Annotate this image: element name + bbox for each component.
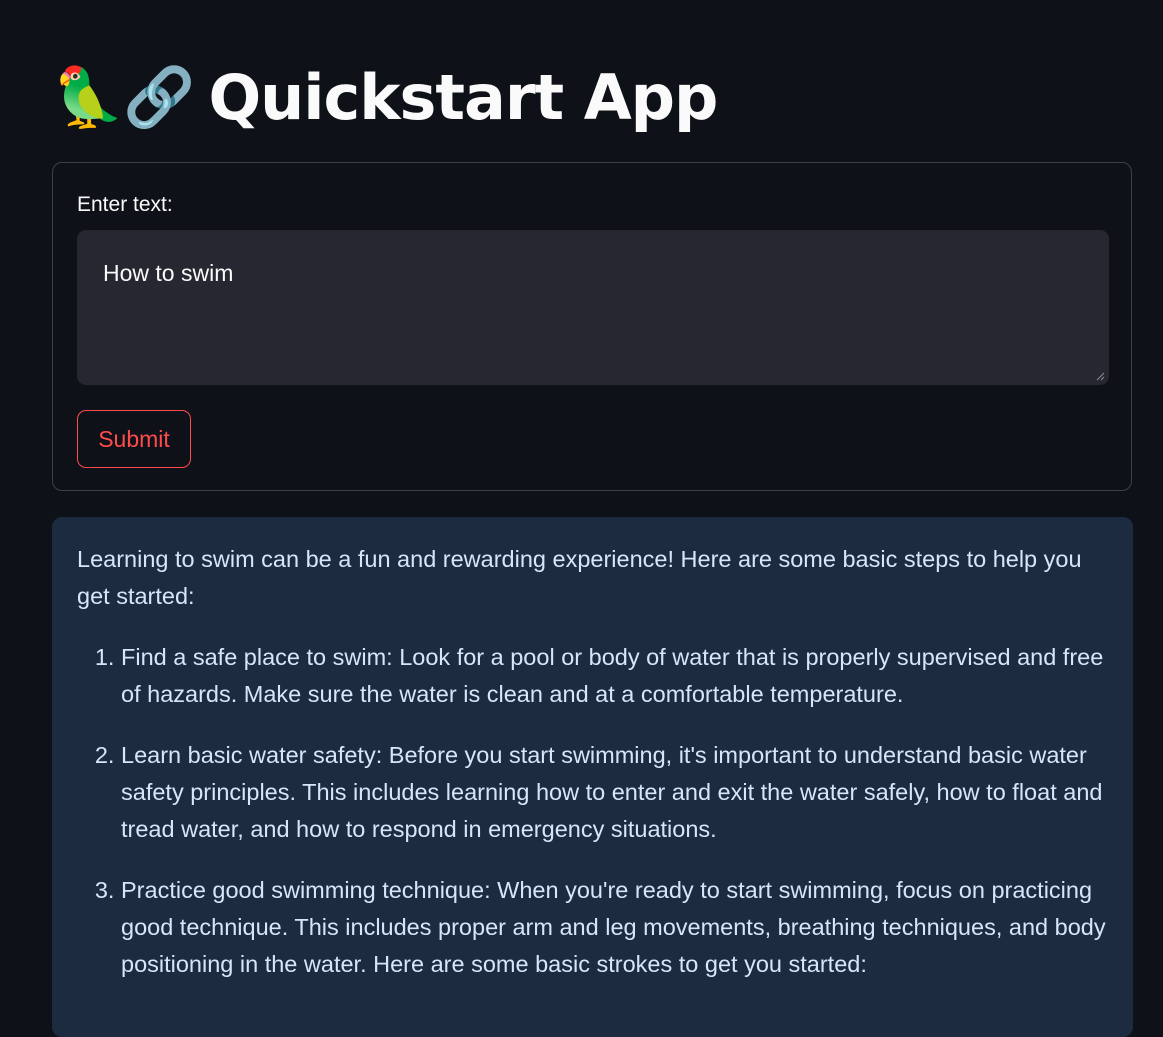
text-input[interactable]: How to swim xyxy=(77,230,1109,385)
list-item: Learn basic water safety: Before you sta… xyxy=(121,737,1111,848)
list-item: Find a safe place to swim: Look for a po… xyxy=(121,639,1111,713)
page-title: 🦜 🔗 Quickstart App xyxy=(52,52,718,142)
response-box: Learning to swim can be a fun and reward… xyxy=(52,517,1133,1037)
parrot-icon: 🦜 xyxy=(52,63,124,131)
link-icon: 🔗 xyxy=(123,63,195,131)
page-title-text: Quickstart App xyxy=(208,60,718,134)
submit-button[interactable]: Submit xyxy=(77,410,191,468)
response-intro: Learning to swim can be a fun and reward… xyxy=(77,546,1082,609)
text-input-label: Enter text: xyxy=(77,193,173,216)
resize-handle-icon[interactable] xyxy=(1095,371,1105,381)
response-steps-list: Find a safe place to swim: Look for a po… xyxy=(77,639,1111,983)
text-input-value: How to swim xyxy=(103,260,234,286)
input-form: Enter text: How to swim Submit xyxy=(52,162,1132,491)
list-item: Practice good swimming technique: When y… xyxy=(121,872,1111,983)
